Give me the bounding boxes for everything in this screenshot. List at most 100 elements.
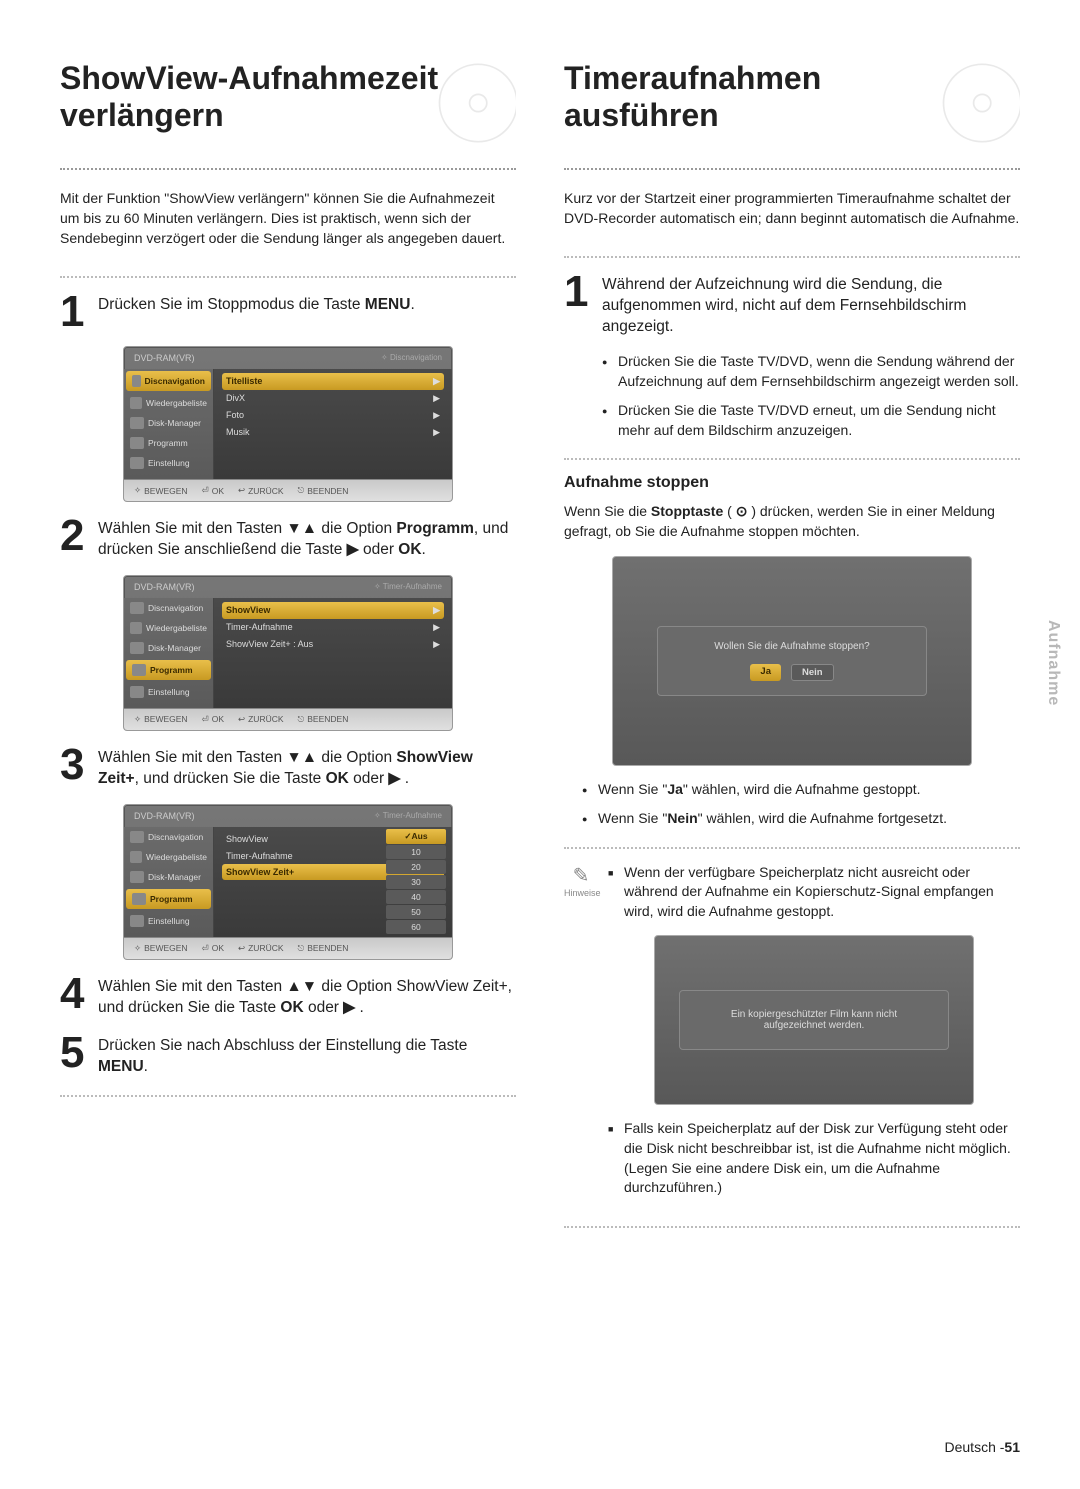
right-intro: Kurz vor der Startzeit einer programmier… [564, 188, 1020, 229]
label: OK [212, 943, 224, 953]
sub-20[interactable]: 20 [386, 860, 446, 874]
osd-side-setup[interactable]: Einstellung [124, 453, 213, 473]
label: BEENDEN [307, 943, 348, 953]
osd-head-left: DVD-RAM(VR) [134, 582, 195, 592]
osd-side-program[interactable]: Programm [124, 433, 213, 453]
label: Musik [226, 427, 250, 438]
gear-icon [130, 686, 144, 698]
osd-side-playlist[interactable]: Wiedergabeliste [124, 393, 213, 413]
foot-exit: ⎋ BEENDEN [298, 485, 349, 496]
dialog-copyprotect: Ein kopiergeschützter Film kann nicht au… [654, 935, 974, 1105]
text: Timer-Aufnahme [383, 811, 442, 820]
osd-side-discnav[interactable]: Discnavigation [124, 827, 213, 847]
osd-sidebar: Discnavigation Wiedergabeliste Disk-Mana… [124, 598, 214, 708]
osd-side-program[interactable]: Programm [126, 889, 211, 909]
osd-side-playlist[interactable]: Wiedergabeliste [124, 847, 213, 867]
separator [564, 458, 1020, 460]
sub-10[interactable]: 10 [386, 845, 446, 859]
osd-side-program[interactable]: Programm [126, 660, 211, 680]
osd-side-setup[interactable]: Einstellung [124, 911, 213, 931]
label: Timer-Aufnahme [226, 851, 293, 861]
osd-side-diskmgr[interactable]: Disk-Manager [124, 413, 213, 433]
osd-item-titellist[interactable]: Titelliste▶ [222, 373, 444, 390]
step-4: 4 Wählen Sie mit den Tasten ▲▼ die Optio… [60, 974, 516, 1019]
label: Disk-Manager [148, 643, 201, 653]
chevron-right-icon: ▶ [433, 410, 440, 421]
osd-submenu: ✓ Aus 10 20 30 40 50 60 [386, 829, 446, 935]
osd-side-playlist[interactable]: Wiedergabeliste [124, 618, 213, 638]
step-1: 1 Drücken Sie im Stoppmodus die Taste ME… [60, 292, 516, 332]
osd-item-svzeit[interactable]: ShowView Zeit+ : Aus▶ [222, 636, 444, 653]
osd-sidebar: Discnavigation Wiedergabeliste Disk-Mana… [124, 369, 214, 479]
bullet: Wenn Sie "Nein" wählen, wird die Aufnahm… [582, 809, 1020, 829]
clock-icon [132, 664, 146, 676]
sub-50[interactable]: 50 [386, 905, 446, 919]
osd-footer: ✧ BEWEGEN ⏎ OK ↩ ZURÜCK ⎋ BEENDEN [124, 708, 452, 730]
label: Einstellung [148, 458, 190, 468]
step-number: 1 [564, 272, 592, 338]
osd-side-setup[interactable]: Einstellung [124, 682, 213, 702]
foot-back: ↩ ZURÜCK [238, 714, 284, 725]
left-intro: Mit der Funktion "ShowView verlängern" k… [60, 188, 516, 249]
osd-item-timer[interactable]: Timer-Aufnahme▶ [222, 619, 444, 636]
key-ok: OK [398, 541, 421, 558]
columns: ShowView-Aufnahmezeit verlängern Mit der… [60, 60, 1020, 1242]
sub-aus[interactable]: ✓ Aus [386, 829, 446, 844]
dialog-buttons: Ja Nein [670, 664, 914, 681]
osd-item-foto[interactable]: Foto ▶ [222, 407, 444, 424]
key-menu: MENU [365, 296, 411, 313]
dialog-inner: Ein kopiergeschützter Film kann nicht au… [679, 990, 949, 1050]
bullet: Drücken Sie die Taste TV/DVD erneut, um … [602, 401, 1020, 440]
osd-main: ShowView ▶ Timer-Aufnahme▶ ShowView Zeit+… [214, 598, 452, 708]
osd-item-divx[interactable]: DivX▶ [222, 390, 444, 407]
label: BEENDEN [307, 714, 348, 724]
osd-side-discnav[interactable]: Discnavigation [124, 598, 213, 618]
stop-paragraph: Wenn Sie die Stopptaste ( ⊙ ) drücken, w… [564, 502, 1020, 541]
osd-crumb: ✧ Timer-Aufnahme [374, 811, 442, 821]
side-tab: Aufnahme [1044, 620, 1062, 706]
bullet: Drücken Sie die Taste TV/DVD, wenn die S… [602, 352, 1020, 391]
osd-side-diskmgr[interactable]: Disk-Manager [124, 867, 213, 887]
step-number: 1 [60, 292, 88, 332]
separator [564, 847, 1020, 849]
label: ShowView [226, 834, 268, 845]
text: Wenn Sie die [564, 503, 651, 519]
label: Einstellung [148, 687, 190, 697]
label: BEENDEN [307, 486, 348, 496]
text: Discnavigation [390, 353, 442, 362]
osd-item-showview[interactable]: ShowView ▶ [222, 602, 444, 619]
btn-yes[interactable]: Ja [750, 664, 781, 681]
folder-icon [132, 375, 141, 387]
note-item: Falls kein Speicherplatz auf der Disk zu… [608, 1119, 1020, 1197]
arrows-updown-icon: ▼▲ [286, 520, 317, 537]
dialog-line2: aufgezeichnet werden. [690, 1020, 938, 1031]
text: Wenn Sie " [598, 781, 667, 797]
step-text: Während der Aufzeichnung wird die Sendun… [602, 272, 1020, 338]
osd-body: Discnavigation Wiedergabeliste Disk-Mana… [124, 827, 452, 937]
step-number: 3 [60, 745, 88, 790]
label: Programm [148, 438, 188, 448]
btn-no[interactable]: Nein [791, 664, 834, 681]
sub-30[interactable]: 30 [386, 875, 446, 889]
step-5: 5 Drücken Sie nach Abschluss der Einstel… [60, 1033, 516, 1078]
label: Foto [226, 410, 244, 421]
sub-60[interactable]: 60 [386, 920, 446, 934]
sub-40[interactable]: 40 [386, 890, 446, 904]
label: Disk-Manager [148, 872, 201, 882]
osd-header: DVD-RAM(VR) ✧ Timer-Aufnahme [124, 576, 452, 598]
text: Nein [667, 810, 697, 826]
label: ZURÜCK [248, 714, 283, 724]
label: ShowView [226, 605, 270, 616]
gear-icon [130, 457, 144, 469]
separator [60, 276, 516, 278]
osd-side-discnav[interactable]: Discnavigation [126, 371, 211, 391]
osd-side-diskmgr[interactable]: Disk-Manager [124, 638, 213, 658]
arrow-right-icon: ▶ [347, 541, 359, 558]
text: Drücken Sie im Stoppmodus die Taste [98, 296, 365, 313]
page-footer: Deutsch -51 [945, 1439, 1021, 1455]
osd-item-musik[interactable]: Musik▶ [222, 424, 444, 441]
text: . [400, 770, 409, 787]
chevron-right-icon: ▶ [433, 605, 440, 616]
text: Wählen Sie mit den Tasten [98, 749, 286, 766]
foot-back: ↩ ZURÜCK [238, 485, 284, 496]
